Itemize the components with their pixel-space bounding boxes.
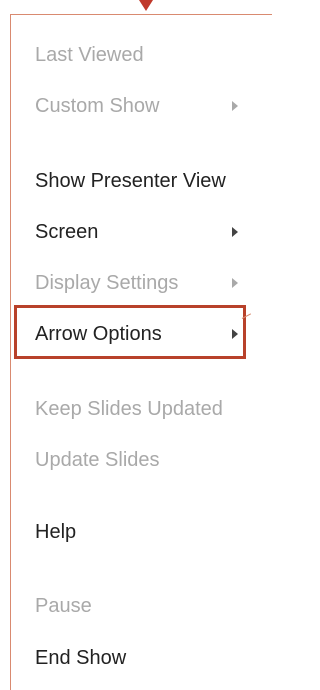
menu-item-label: Pause <box>35 594 92 617</box>
menu-item-label: Custom Show <box>35 94 160 117</box>
menu-item-label: Keep Slides Updated <box>35 397 223 420</box>
menu-item-end-show[interactable]: End Show <box>11 638 251 678</box>
menu-item-label: End Show <box>35 646 127 669</box>
menu-item-keep-slides-updated[interactable]: Keep Slides Updated <box>11 389 251 429</box>
menu-item-label: Last Viewed <box>35 43 144 66</box>
chevron-right-icon <box>232 227 238 237</box>
caret-down-icon <box>139 0 153 11</box>
menu-item-label: Help <box>35 520 77 543</box>
menu-item-label: Screen <box>35 220 99 243</box>
context-menu-screen: Last Viewed Custom Show Show Presenter V… <box>0 0 272 690</box>
menu-item-screen[interactable]: Screen <box>11 212 251 252</box>
menu-item-last-viewed[interactable]: Last Viewed <box>11 35 251 75</box>
menu-item-show-presenter-view[interactable]: Show Presenter View <box>11 161 251 201</box>
menu-item-label: Display Settings <box>35 271 179 294</box>
menu-item-update-slides[interactable]: Update Slides <box>11 440 251 480</box>
chevron-right-icon <box>232 101 238 111</box>
menu-item-pause[interactable]: Pause <box>11 586 251 626</box>
menu-item-help[interactable]: Help <box>11 512 251 552</box>
menu-item-display-settings[interactable]: Display Settings <box>11 263 251 303</box>
menu-item-label: Update Slides <box>35 448 160 471</box>
chevron-right-icon <box>232 278 238 288</box>
selection-highlight-box <box>14 305 246 359</box>
menu-item-label: Show Presenter View <box>35 169 226 192</box>
menu-item-custom-show[interactable]: Custom Show <box>11 86 251 126</box>
